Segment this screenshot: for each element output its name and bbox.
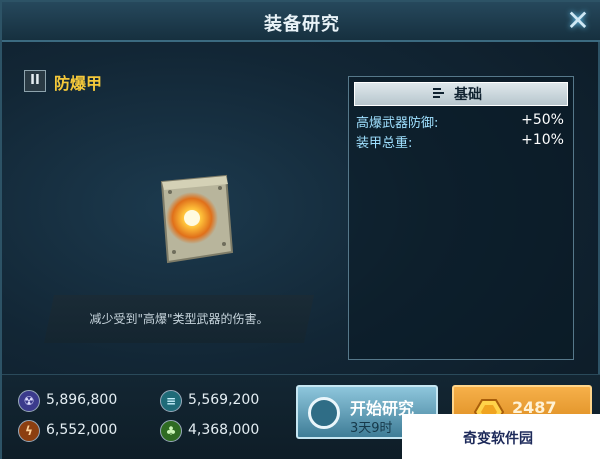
radiation-icon: ☢	[18, 390, 40, 412]
crystal-icon: ♣	[160, 420, 182, 442]
energy-icon: ϟ	[18, 420, 40, 442]
timer-icon	[308, 397, 340, 429]
resource-value: 5,896,800	[46, 392, 118, 408]
resource-energy: ϟ 6,552,000	[18, 420, 138, 442]
stat-row: 装甲总重: +10%	[356, 132, 564, 152]
title-bar: 装备研究 ✕	[2, 2, 600, 42]
list-icon	[433, 88, 444, 98]
description-text: 减少受到"高爆"类型武器的伤害。	[89, 312, 269, 326]
stat-row: 高爆武器防御: +50%	[356, 112, 564, 132]
research-time: 3天9时	[350, 421, 393, 436]
armor-plate-image	[160, 174, 234, 264]
stat-label: 高爆武器防御:	[356, 116, 439, 131]
resource-value: 6,552,000	[46, 422, 118, 438]
resource-crystal: ♣ 4,368,000	[160, 420, 280, 442]
resource-value: 5,569,200	[188, 392, 260, 408]
stats-header-label: 基础	[454, 87, 482, 103]
item-name: 防爆甲	[54, 74, 103, 93]
close-icon[interactable]: ✕	[564, 7, 592, 36]
rank-badge: II	[24, 70, 46, 92]
stat-value: +50%	[521, 112, 564, 128]
resource-radiation: ☢ 5,896,800	[18, 390, 138, 412]
stat-value: +10%	[521, 132, 564, 148]
resource-layers: ≡ 5,569,200	[160, 390, 280, 412]
layers-icon: ≡	[160, 390, 182, 412]
dialog-title: 装备研究	[264, 14, 340, 35]
watermark-text: 奇变软件园	[463, 431, 533, 447]
resource-value: 4,368,000	[188, 422, 260, 438]
research-dialog: 装备研究 ✕ II 防爆甲 减少受到"高爆"类型武器的伤害。 基础 高爆武器防御…	[0, 0, 600, 459]
stat-label: 装甲总重:	[356, 136, 413, 151]
